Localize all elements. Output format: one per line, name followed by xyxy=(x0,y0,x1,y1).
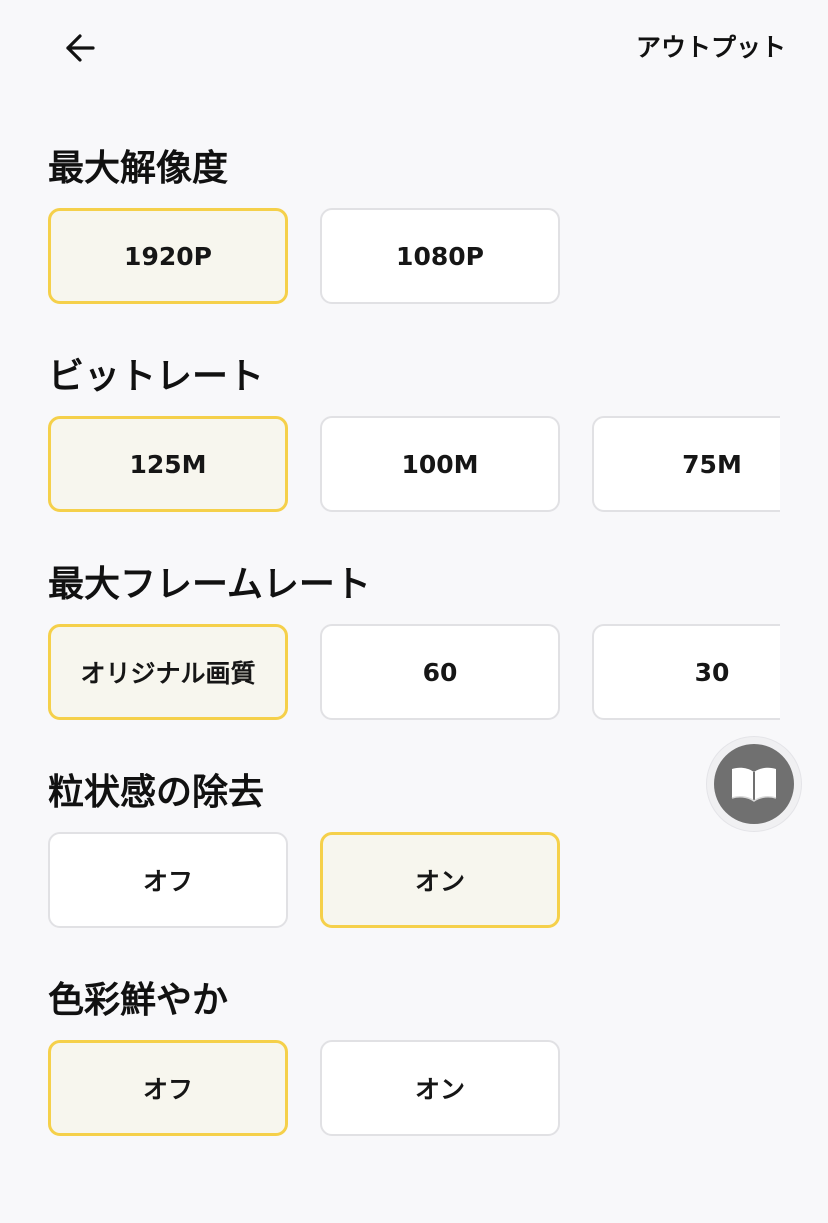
section-title-vivid-color: 色彩鮮やか xyxy=(48,980,229,1021)
section-title-bitrate: ビットレート xyxy=(48,356,265,397)
option-1920p[interactable]: 1920P xyxy=(48,208,288,304)
option-1080p[interactable]: 1080P xyxy=(320,208,560,304)
output-button[interactable]: アウトプット xyxy=(636,30,786,66)
option-100m[interactable]: 100M xyxy=(320,416,560,512)
header: アウトプット xyxy=(0,0,828,96)
options-max-resolution: 1920P 1080P xyxy=(48,208,780,304)
option-75m[interactable]: 75M xyxy=(592,416,780,512)
floating-guide-button[interactable] xyxy=(706,736,802,832)
section-title-max-frame-rate: 最大フレームレート xyxy=(48,564,371,605)
option-60[interactable]: 60 xyxy=(320,624,560,720)
section-bitrate: ビットレート 125M 100M 75M xyxy=(48,352,828,560)
option-30[interactable]: 30 xyxy=(592,624,780,720)
option-vivid-color-on[interactable]: オン xyxy=(320,1040,560,1136)
back-button[interactable] xyxy=(56,26,104,70)
option-vivid-color-off[interactable]: オフ xyxy=(48,1040,288,1136)
guide-button-circle xyxy=(714,744,794,824)
settings-sections: 最大解像度 1920P 1080P ビットレート 125M 100M 75M 最… xyxy=(48,144,828,1184)
options-bitrate: 125M 100M 75M xyxy=(48,416,780,512)
option-grain-removal-on[interactable]: オン xyxy=(320,832,560,928)
output-settings-screen: アウトプット 最大解像度 1920P 1080P ビットレート 125M 100… xyxy=(0,0,828,1223)
options-vivid-color: オフ オン xyxy=(48,1040,780,1136)
book-icon xyxy=(731,767,777,802)
option-original-quality[interactable]: オリジナル画質 xyxy=(48,624,288,720)
arrow-left-icon xyxy=(66,34,95,62)
options-grain-removal: オフ オン xyxy=(48,832,780,928)
option-125m[interactable]: 125M xyxy=(48,416,288,512)
section-title-max-resolution: 最大解像度 xyxy=(48,148,229,189)
section-vivid-color: 色彩鮮やか オフ オン xyxy=(48,976,828,1184)
options-max-frame-rate: オリジナル画質 60 30 xyxy=(48,624,780,720)
section-max-resolution: 最大解像度 1920P 1080P xyxy=(48,144,828,352)
option-grain-removal-off[interactable]: オフ xyxy=(48,832,288,928)
section-max-frame-rate: 最大フレームレート オリジナル画質 60 30 xyxy=(48,560,828,768)
